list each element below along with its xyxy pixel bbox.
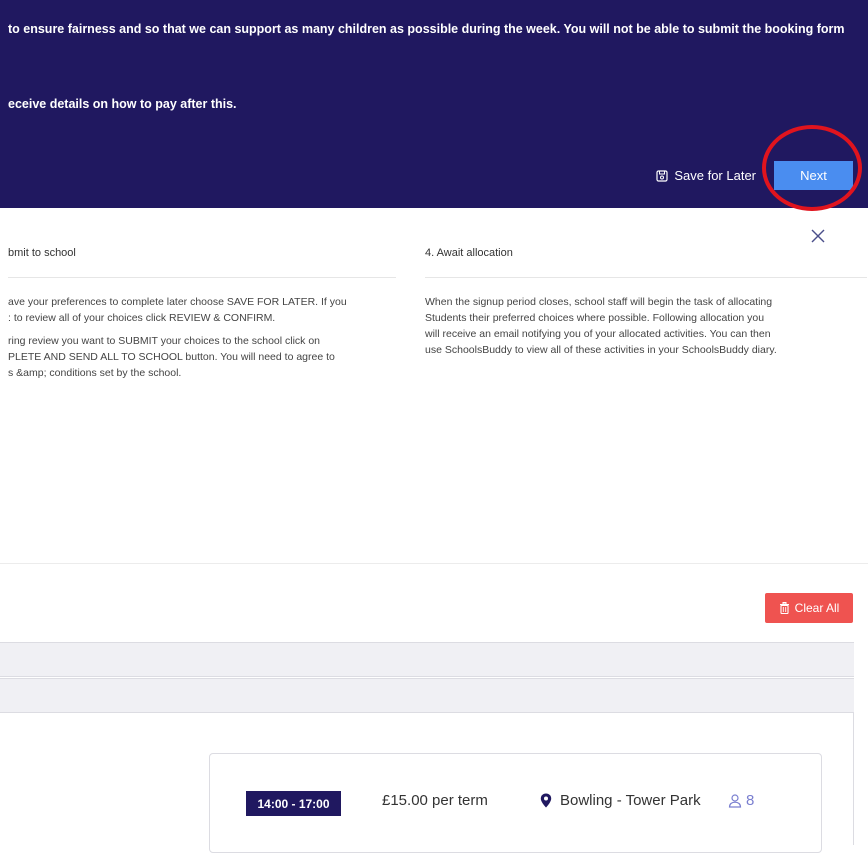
activity-capacity-count: 8 (746, 792, 755, 809)
activity-location-label: Bowling - Tower Park (560, 792, 701, 809)
step-text-line: : to review all of your choices click RE… (8, 312, 276, 324)
step-text-line: use SchoolsBuddy to view all of these ac… (425, 344, 777, 356)
step-text-line: When the signup period closes, school st… (425, 296, 773, 308)
activity-capacity: 8 (728, 792, 754, 809)
step-text-line: ave your preferences to complete later c… (8, 296, 347, 308)
time-badge: 14:00 - 17:00 (246, 791, 341, 816)
list-header-row[interactable] (0, 642, 854, 677)
step-text-line: ring review you want to SUBMIT your choi… (8, 335, 321, 347)
section-divider (0, 563, 868, 564)
list-subheader-row[interactable] (0, 678, 854, 713)
close-icon[interactable] (810, 228, 826, 244)
activity-price: £15.00 per term (382, 792, 488, 809)
banner-text-line-1: to ensure fairness and so that we can su… (8, 22, 845, 36)
step-title: 4. Await allocation (425, 247, 513, 259)
step-paragraph: ave your preferences to complete later c… (8, 294, 396, 326)
step-await-allocation: 4. Await allocation When the signup peri… (425, 245, 867, 365)
activity-location: Bowling - Tower Park (540, 792, 701, 809)
step-text-line: s &amp; conditions set by the school. (8, 367, 182, 379)
step-text-line: Students their preferred choices where p… (425, 312, 765, 324)
map-pin-icon (540, 793, 552, 808)
banner-text-line-2: eceive details on how to pay after this. (8, 97, 237, 111)
step-paragraph: ring review you want to SUBMIT your choi… (8, 333, 396, 381)
save-for-later-label: Save for Later (674, 168, 756, 183)
clear-all-label: Clear All (794, 601, 840, 615)
save-for-later-button[interactable]: Save for Later (656, 168, 756, 183)
clear-all-button[interactable]: Clear All (765, 593, 853, 623)
step-text-line: PLETE AND SEND ALL TO SCHOOL button. You… (8, 351, 335, 363)
step-divider (425, 277, 867, 278)
step-paragraph: When the signup period closes, school st… (425, 294, 867, 358)
step-text-line: will receive an email notifying you of y… (425, 328, 771, 340)
step-title: bmit to school (8, 247, 76, 259)
step-submit-to-school: bmit to school ave your preferences to c… (8, 245, 396, 388)
step-divider (8, 277, 396, 278)
trash-icon (779, 602, 789, 614)
person-icon (728, 793, 742, 808)
floppy-disk-icon (656, 169, 668, 182)
next-button[interactable]: Next (774, 161, 853, 190)
instructions-banner: to ensure fairness and so that we can su… (0, 0, 868, 208)
